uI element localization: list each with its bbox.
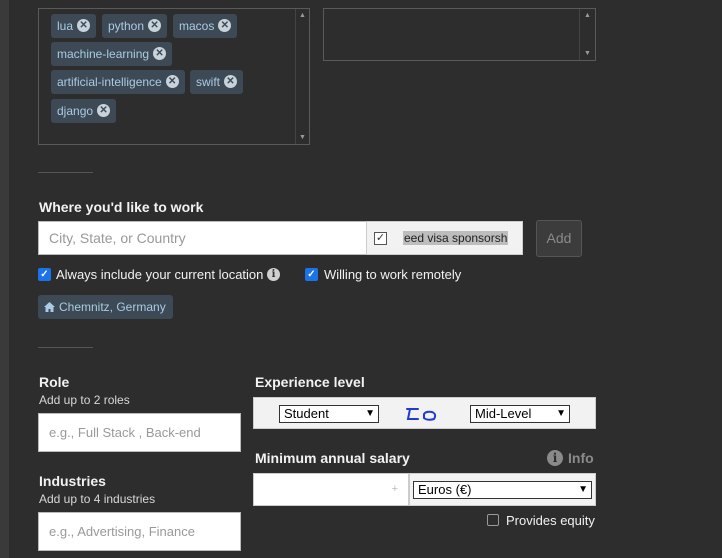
remove-tag-icon[interactable]: ✕ [165, 75, 179, 89]
tag-artificial-intelligence: artificial-intelligence ✕ [51, 70, 185, 94]
tag-label: python [108, 19, 145, 33]
location-placeholder: City, State, or Country [49, 230, 186, 246]
equity-checkbox[interactable] [487, 514, 499, 526]
experience-to-value: Mid-Level [475, 406, 532, 421]
industries-heading: Industries [39, 473, 106, 489]
location-input[interactable]: City, State, or Country [38, 221, 367, 255]
experience-range: Student ▼ Mid-Level ▼ [253, 397, 596, 429]
stepper-icon: + [391, 483, 398, 495]
experience-from-value: Student [284, 406, 329, 421]
location-heading: Where you'd like to work [39, 199, 204, 215]
tag-lua: lua ✕ [51, 14, 97, 38]
remote-checkbox[interactable]: ✓ [305, 268, 318, 281]
scroll-down-icon[interactable]: ▼ [584, 50, 591, 57]
left-edge-strip [0, 0, 9, 558]
tag-machine-learning: machine-learning ✕ [51, 42, 173, 66]
scroll-down-icon[interactable]: ▼ [299, 134, 306, 141]
tag-label: django [57, 104, 94, 118]
tag-label: machine-learning [57, 47, 150, 61]
liked-tech-tag-input[interactable]: lua ✕ python ✕ macos ✕ machine-learning ✕ ar… [38, 8, 310, 145]
tag-python: python ✕ [102, 14, 168, 38]
currency-field: Euros (€) ▼ [409, 473, 596, 506]
visa-label: eed visa sponsorsh [403, 231, 509, 245]
current-location-label: Chemnitz, Germany [59, 300, 166, 314]
tag-label: macos [179, 19, 215, 33]
tag-label: artificial-intelligence [57, 75, 162, 89]
experience-to-select[interactable]: Mid-Level ▼ [470, 405, 570, 423]
info-icon[interactable]: i [267, 268, 280, 281]
industries-input[interactable]: e.g., Advertising, Finance [38, 512, 241, 551]
chevron-down-icon: ▼ [365, 408, 375, 419]
tag-swift: swift ✕ [190, 70, 243, 94]
remove-tag-icon[interactable]: ✕ [218, 19, 232, 33]
home-icon [44, 302, 55, 312]
role-input[interactable]: e.g., Full Stack , Back-end [38, 413, 241, 452]
visa-sponsorship-field[interactable]: ✓ eed visa sponsorsh [366, 221, 523, 255]
salary-heading: Minimum annual salary [255, 450, 410, 466]
always-include-label: Always include your current location [56, 267, 264, 282]
experience-heading: Experience level [255, 374, 365, 390]
industries-subtitle: Add up to 4 industries [39, 492, 156, 506]
section-divider [38, 347, 93, 348]
visa-checkbox[interactable]: ✓ [374, 232, 387, 245]
current-location-chip: Chemnitz, Germany [38, 295, 173, 319]
tag-label: lua [57, 19, 74, 33]
remote-label: Willing to work remotely [324, 267, 462, 282]
disliked-box-scrollbar[interactable]: ▲ ▼ [579, 9, 595, 60]
tag-label: swift [196, 75, 220, 89]
to-handwritten-annotation [406, 408, 437, 421]
salary-info-link[interactable]: Info [568, 450, 594, 466]
always-include-checkbox[interactable]: ✓ [38, 268, 51, 281]
experience-from-select[interactable]: Student ▼ [279, 405, 379, 423]
currency-select[interactable]: Euros (€) ▼ [413, 481, 592, 499]
chevron-down-icon: ▼ [556, 408, 566, 419]
remove-tag-icon[interactable]: ✕ [224, 75, 237, 89]
remove-tag-icon[interactable]: ✕ [153, 47, 167, 61]
industries-placeholder: e.g., Advertising, Finance [49, 524, 195, 539]
section-divider [38, 172, 93, 173]
chevron-down-icon: ▼ [578, 484, 588, 495]
tag-box-scrollbar[interactable]: ▲ ▼ [295, 9, 309, 144]
remove-tag-icon[interactable]: ✕ [77, 19, 91, 33]
disliked-tech-input[interactable]: ▲ ▼ [323, 8, 596, 61]
scroll-up-icon[interactable]: ▲ [584, 12, 591, 19]
salary-amount-input[interactable]: + [253, 473, 409, 506]
add-location-button[interactable]: Add [536, 220, 582, 257]
remove-tag-icon[interactable]: ✕ [97, 104, 111, 118]
role-placeholder: e.g., Full Stack , Back-end [49, 425, 201, 440]
tag-macos: macos ✕ [173, 14, 238, 38]
tag-django: django ✕ [51, 99, 117, 123]
remove-tag-icon[interactable]: ✕ [148, 19, 162, 33]
currency-value: Euros (€) [418, 482, 472, 497]
scroll-up-icon[interactable]: ▲ [299, 12, 306, 19]
role-subtitle: Add up to 2 roles [39, 393, 130, 407]
equity-label: Provides equity [506, 513, 595, 528]
role-heading: Role [39, 374, 70, 390]
info-circle-icon[interactable]: i [547, 450, 563, 466]
